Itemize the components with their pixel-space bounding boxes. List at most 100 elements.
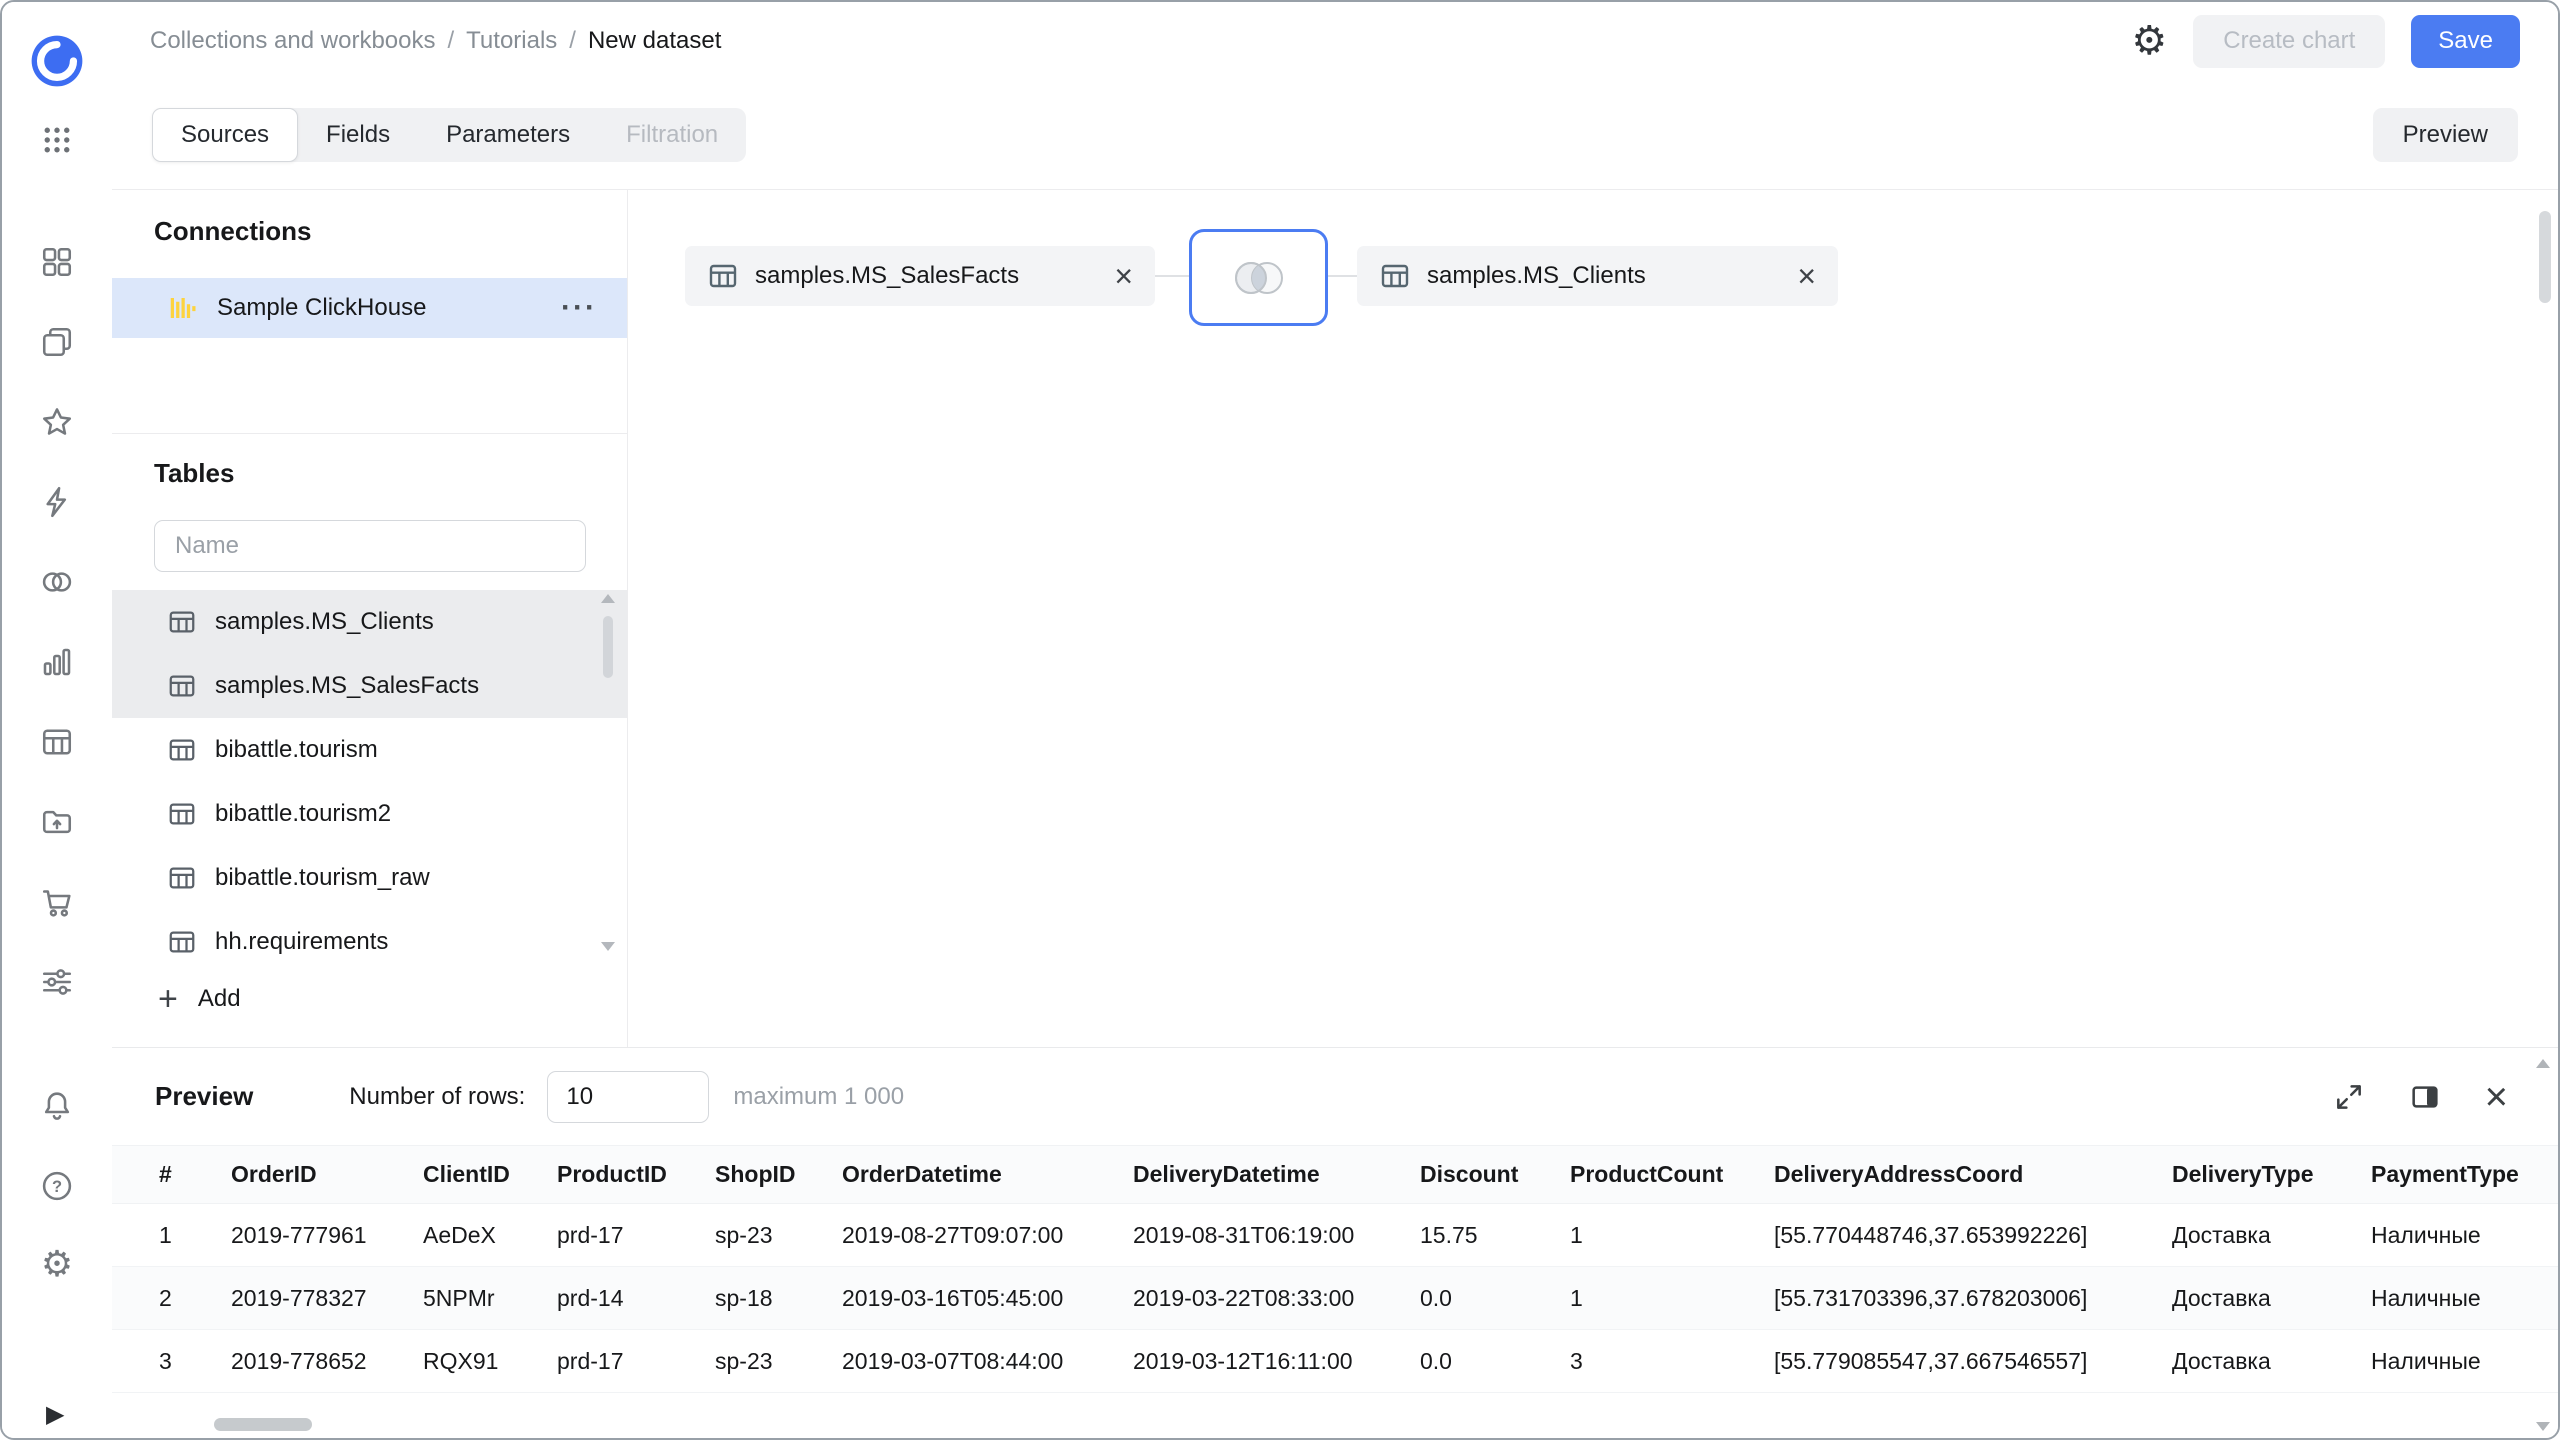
table-grid-icon[interactable] (37, 722, 77, 762)
sources-side-panel: Connections Sample ClickHouse Tables sam… (112, 190, 628, 1047)
cell: Доставка (2172, 1348, 2371, 1375)
source-chip-clients[interactable]: samples.MS_Clients (1357, 246, 1838, 306)
rows-count-input[interactable] (547, 1071, 709, 1123)
datalens-logo-icon[interactable] (28, 32, 86, 90)
table-list-item[interactable]: samples.MS_Clients (112, 590, 627, 654)
table-name: samples.MS_Clients (215, 608, 434, 636)
connection-item-sample-clickhouse[interactable]: Sample ClickHouse (112, 278, 627, 338)
table-name: bibattle.tourism2 (215, 800, 391, 828)
venn-circles-icon[interactable] (37, 562, 77, 602)
table-list-item[interactable]: bibattle.tourism_raw (112, 846, 627, 910)
cell: 2019-03-22T08:33:00 (1133, 1285, 1420, 1312)
column-header: ClientID (423, 1161, 557, 1188)
table-row: 1 2019-777961 AeDeX prd-17 sp-23 2019-08… (112, 1204, 2558, 1267)
close-preview-icon[interactable] (2485, 1077, 2508, 1117)
column-header: OrderDatetime (842, 1161, 1133, 1188)
cell: 2019-03-12T16:11:00 (1133, 1348, 1420, 1375)
tables-list: samples.MS_Clients samples.MS_SalesFacts… (112, 590, 627, 974)
cell: 1 (1570, 1222, 1774, 1249)
table-list-item[interactable]: bibattle.tourism2 (112, 782, 627, 846)
table-name: bibattle.tourism_raw (215, 864, 430, 892)
cell: [55.779085547,37.667546557] (1774, 1348, 2172, 1375)
split-view-icon[interactable] (2409, 1081, 2441, 1113)
add-label: Add (198, 985, 241, 1013)
cell: 3 (1570, 1348, 1774, 1375)
tabs-bar: Sources Fields Parameters Filtration Pre… (112, 80, 2558, 190)
app-window: ? Collections and workbooks Tutorials Ne… (0, 0, 2560, 1440)
cell: [55.731703396,37.678203006] (1774, 1285, 2172, 1312)
connection-name: Sample ClickHouse (217, 294, 426, 322)
table-list-item[interactable]: hh.requirements (112, 910, 627, 974)
clickhouse-icon (167, 293, 197, 323)
table-list-item[interactable]: bibattle.tourism (112, 718, 627, 782)
preview-toggle-button[interactable]: Preview (2373, 108, 2518, 162)
column-header: ShopID (715, 1161, 842, 1188)
bar-chart-icon[interactable] (37, 642, 77, 682)
table-list-item[interactable]: samples.MS_SalesFacts (112, 654, 627, 718)
column-header: OrderID (231, 1161, 423, 1188)
folder-upload-icon[interactable] (37, 802, 77, 842)
list-scroll-down-arrow[interactable] (601, 942, 615, 951)
canvas-scrollbar-thumb[interactable] (2539, 211, 2551, 303)
cell: 2019-08-31T06:19:00 (1133, 1222, 1420, 1249)
list-scroll-up-arrow[interactable] (601, 594, 615, 603)
cell: sp-23 (715, 1222, 842, 1249)
preview-scroll-up-arrow[interactable] (2536, 1059, 2550, 1068)
cell: 2019-03-16T05:45:00 (842, 1285, 1133, 1312)
cell: Наличные (2371, 1285, 2558, 1312)
help-icon[interactable]: ? (37, 1166, 77, 1206)
expand-preview-icon[interactable] (2333, 1081, 2365, 1113)
cell: 1 (1570, 1285, 1774, 1312)
add-table-button[interactable]: Add (158, 982, 241, 1016)
lightning-icon[interactable] (37, 482, 77, 522)
cell: 0.0 (1420, 1285, 1570, 1312)
column-header: Discount (1420, 1161, 1570, 1188)
source-chip-label: samples.MS_SalesFacts (755, 262, 1019, 290)
preview-scroll-down-arrow[interactable] (2536, 1422, 2550, 1431)
settings-gear-icon[interactable] (2131, 21, 2167, 61)
apps-grid-icon[interactable] (37, 120, 77, 160)
table-row: 2 2019-778327 5NPMr prd-14 sp-18 2019-03… (112, 1267, 2558, 1330)
cart-icon[interactable] (37, 882, 77, 922)
cell: 2019-03-07T08:44:00 (842, 1348, 1133, 1375)
source-chip-salesfacts[interactable]: samples.MS_SalesFacts (685, 246, 1155, 306)
tab-fields[interactable]: Fields (298, 108, 418, 162)
cell: 2019-778327 (231, 1285, 423, 1312)
play-icon[interactable] (46, 1400, 64, 1429)
preview-header: Preview Number of rows: maximum 1 000 (112, 1048, 2558, 1145)
connections-title: Connections (154, 216, 311, 247)
collections-stacked-icon[interactable] (37, 322, 77, 362)
sliders-icon[interactable] (37, 962, 77, 1002)
tab-parameters[interactable]: Parameters (418, 108, 598, 162)
breadcrumb-separator (569, 27, 576, 55)
remove-source-icon[interactable] (1114, 260, 1133, 292)
join-node[interactable] (1189, 229, 1328, 326)
dashboards-icon[interactable] (37, 242, 77, 282)
plus-icon (158, 982, 178, 1016)
table-icon (167, 799, 197, 829)
column-header: PaymentType (2371, 1161, 2558, 1188)
breadcrumb-tutorials[interactable]: Tutorials (466, 27, 557, 55)
list-scrollbar-thumb[interactable] (603, 616, 613, 678)
tables-title: Tables (154, 458, 234, 489)
table-icon (707, 260, 739, 292)
breadcrumb-collections[interactable]: Collections and workbooks (150, 27, 435, 55)
column-header: DeliveryAddressCoord (1774, 1161, 2172, 1188)
tab-sources[interactable]: Sources (152, 108, 298, 162)
star-icon[interactable] (37, 402, 77, 442)
cell: 5NPMr (423, 1285, 557, 1312)
remove-source-icon[interactable] (1797, 260, 1816, 292)
column-header: ProductID (557, 1161, 715, 1188)
cell: sp-23 (715, 1348, 842, 1375)
gear-icon[interactable] (37, 1244, 77, 1284)
bell-icon[interactable] (37, 1086, 77, 1126)
save-button[interactable]: Save (2411, 15, 2520, 68)
table-row: 3 2019-778652 RQX91 prd-17 sp-23 2019-03… (112, 1330, 2558, 1393)
cell: prd-17 (557, 1222, 715, 1249)
gear-glyph (41, 1243, 73, 1285)
table-search-input[interactable] (154, 520, 586, 572)
horizontal-scrollbar-thumb[interactable] (214, 1418, 312, 1431)
connection-more-menu-icon[interactable] (561, 293, 597, 323)
cell: Наличные (2371, 1222, 2558, 1249)
table-name: bibattle.tourism (215, 736, 378, 764)
